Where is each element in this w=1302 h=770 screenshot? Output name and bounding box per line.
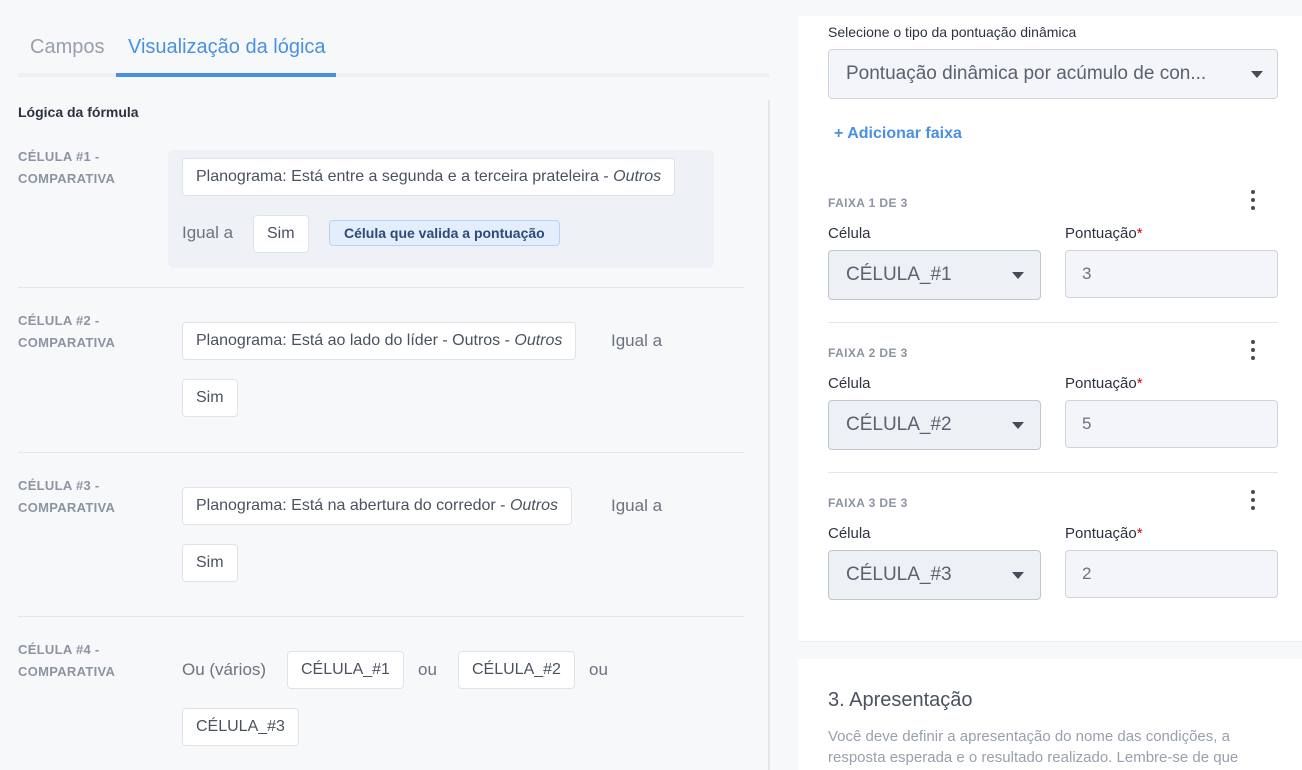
chevron-down-icon [1012, 272, 1024, 279]
score-input[interactable]: 3 [1065, 250, 1278, 298]
panel-top-strip [798, 0, 1302, 16]
value-chip: Sim [253, 215, 309, 253]
panel-divider [768, 100, 770, 770]
cell-select[interactable]: CÉLULA_#2 [828, 400, 1041, 450]
condition-chip: Planograma: Está na abertura do corredor… [182, 487, 572, 525]
cell-select[interactable]: CÉLULA_#3 [828, 550, 1041, 600]
cell-title: CÉLULA #4 - COMPARATIVA [18, 642, 116, 679]
band-divider [828, 472, 1278, 473]
validating-cell-badge: Célula que valida a pontuação [329, 220, 560, 246]
cell-divider [18, 452, 744, 453]
cell-field-label: Célula [828, 525, 871, 542]
condition-chip: Planograma: Está entre a segunda e a ter… [182, 158, 676, 196]
band-divider [828, 322, 1278, 323]
more-options-icon[interactable] [1248, 189, 1258, 213]
tab-bar: Campos Visualização da lógica [18, 22, 769, 77]
operator-label: Igual a [611, 331, 663, 350]
logic-cell-2: CÉLULA #2 - COMPARATIVA Planograma: Está… [18, 310, 744, 453]
chevron-down-icon [1012, 572, 1024, 579]
active-tab-indicator [116, 73, 336, 77]
cell-select-value: CÉLULA_#3 [846, 564, 952, 585]
value-chip: Sim [182, 544, 238, 582]
cell-title: CÉLULA #3 - COMPARATIVA [18, 478, 116, 515]
cell-ref-chip: CÉLULA_#3 [182, 708, 299, 746]
band-title: FAIXA 1 DE 3 [828, 196, 908, 210]
more-options-icon[interactable] [1248, 339, 1258, 363]
score-band-3: FAIXA 3 DE 3 Célula Pontuação* CÉLULA_#3… [828, 490, 1278, 646]
cell-field-label: Célula [828, 375, 871, 392]
formula-logic-title: Lógica da fórmula [18, 104, 139, 120]
band-title: FAIXA 2 DE 3 [828, 346, 908, 360]
cell-title: CÉLULA #2 - COMPARATIVA [18, 313, 116, 350]
or-joiner: ou [418, 660, 437, 679]
logic-cell-4: CÉLULA #4 - COMPARATIVA Ou (vários) CÉLU… [18, 639, 744, 770]
cell-select-value: CÉLULA_#1 [846, 264, 952, 285]
score-field-label: Pontuação* [1065, 375, 1143, 392]
cell-select-value: CÉLULA_#2 [846, 414, 952, 435]
score-band-2: FAIXA 2 DE 3 Célula Pontuação* CÉLULA_#2… [828, 340, 1278, 496]
tab-logic-view[interactable]: Visualização da lógica [128, 36, 326, 59]
value-chip: Sim [182, 379, 238, 417]
cell-select[interactable]: CÉLULA_#1 [828, 250, 1041, 300]
logic-cell-1: CÉLULA #1 - COMPARATIVA Planograma: Está… [18, 146, 744, 288]
more-options-icon[interactable] [1248, 489, 1258, 513]
presentation-heading: 3. Apresentação [828, 689, 973, 711]
presentation-description: Você deve definir a apresentação do nome… [828, 728, 1239, 766]
or-joiner: ou [589, 660, 608, 679]
operator-label: Igual a [611, 496, 663, 515]
scoring-panel: Selecione o tipo da pontuação dinâmica P… [798, 0, 1302, 770]
cell-title: CÉLULA #1 - COMPARATIVA [18, 149, 116, 186]
score-type-label: Selecione o tipo da pontuação dinâmica [828, 24, 1077, 40]
cell-ref-chip: CÉLULA_#1 [287, 651, 404, 689]
score-input[interactable]: 2 [1065, 550, 1278, 598]
cell-divider [18, 616, 744, 617]
cell-field-label: Célula [828, 225, 871, 242]
score-field-label: Pontuação* [1065, 525, 1143, 542]
condition-chip: Planograma: Está ao lado do líder - Outr… [182, 322, 577, 360]
cell-divider [18, 287, 744, 288]
logic-panel: Campos Visualização da lógica Lógica da … [0, 0, 790, 770]
score-field-label: Pontuação* [1065, 225, 1143, 242]
score-input[interactable]: 5 [1065, 400, 1278, 448]
chevron-down-icon [1012, 422, 1024, 429]
chevron-down-icon [1251, 71, 1263, 78]
section-separator [798, 641, 1302, 659]
band-title: FAIXA 3 DE 3 [828, 496, 908, 510]
score-band-1: FAIXA 1 DE 3 Célula Pontuação* CÉLULA_#1… [828, 190, 1278, 346]
score-type-value: Pontuação dinâmica por acúmulo de con... [846, 63, 1207, 84]
operator-label: Ou (vários) [182, 660, 267, 679]
score-type-select[interactable]: Pontuação dinâmica por acúmulo de con... [828, 49, 1278, 99]
tab-campos[interactable]: Campos [30, 36, 104, 59]
add-band-button[interactable]: + Adicionar faixa [834, 125, 962, 143]
logic-cell-3: CÉLULA #3 - COMPARATIVA Planograma: Está… [18, 475, 744, 617]
cell-ref-chip: CÉLULA_#2 [458, 651, 575, 689]
operator-label: Igual a [182, 223, 234, 242]
